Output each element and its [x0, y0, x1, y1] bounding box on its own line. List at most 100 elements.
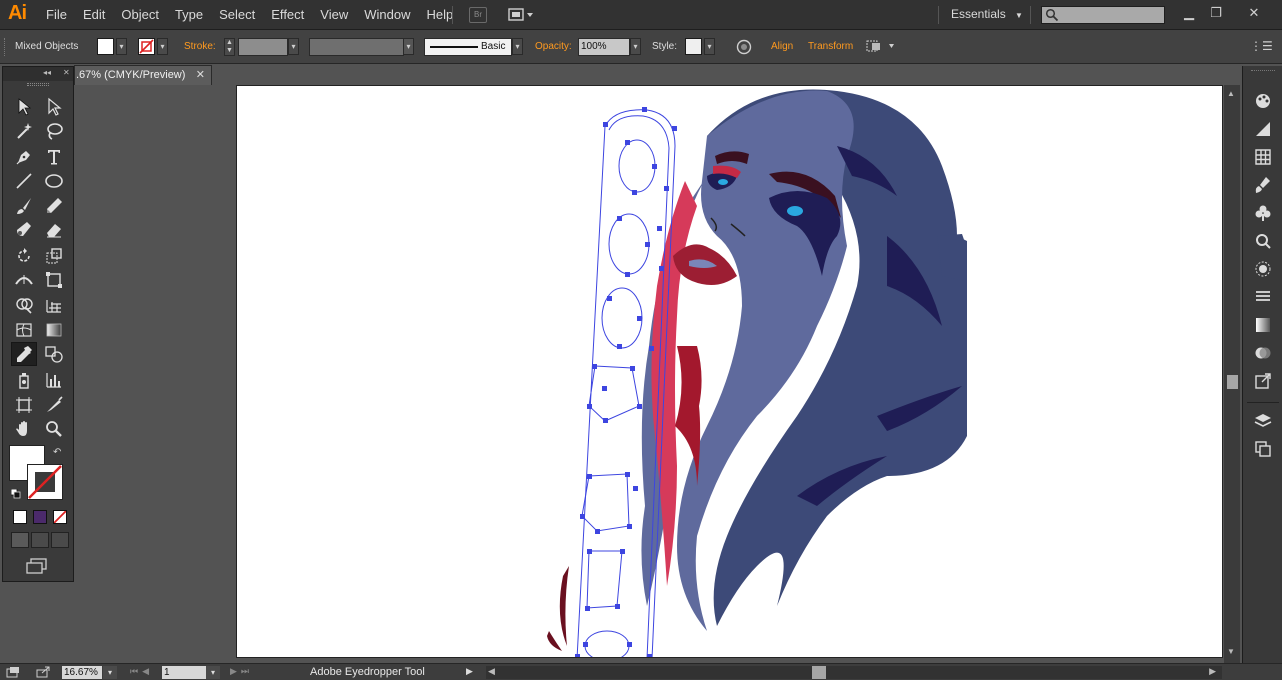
zoom-tool[interactable] — [41, 417, 67, 441]
direct-selection-tool[interactable] — [41, 95, 67, 119]
gradient-panel-button[interactable] — [1252, 314, 1274, 336]
fill-swatch[interactable] — [97, 38, 114, 55]
eraser-tool[interactable] — [41, 218, 67, 242]
brushes-button[interactable] — [1252, 174, 1274, 196]
status-menu-arrow[interactable]: ▶ — [466, 666, 473, 677]
selection-tool[interactable] — [11, 95, 37, 119]
default-colors-icon[interactable] — [10, 488, 21, 499]
minimize-button[interactable]: ▁ — [1177, 4, 1201, 22]
arrange-documents-button[interactable] — [508, 7, 536, 23]
screen-mode-button[interactable] — [25, 557, 49, 578]
width-tool[interactable] — [11, 268, 37, 292]
artboard-number-field[interactable]: 1 — [162, 666, 206, 679]
stroke-swatch[interactable] — [138, 38, 155, 55]
vertical-scrollbar[interactable]: ▲ ▼ — [1224, 85, 1240, 663]
isolate-button[interactable] — [866, 39, 896, 56]
slice-tool[interactable] — [41, 393, 67, 417]
pencil-tool[interactable] — [41, 194, 67, 218]
none-mode-button[interactable] — [53, 510, 67, 524]
swap-fill-stroke-icon[interactable]: ↶ — [53, 447, 61, 458]
ellipse-tool[interactable] — [41, 169, 67, 193]
brush-dropdown[interactable]: ▾ — [512, 38, 523, 55]
scroll-left-icon[interactable]: ◀ — [488, 666, 495, 677]
type-tool[interactable] — [41, 145, 67, 169]
mesh-tool[interactable] — [11, 318, 37, 342]
magic-wand-tool[interactable] — [11, 119, 37, 143]
variable-width-dropdown[interactable]: ▾ — [403, 38, 414, 55]
menu-effect[interactable]: Effect — [263, 0, 312, 30]
dock-gripper[interactable] — [1251, 70, 1275, 73]
menu-view[interactable]: View — [312, 0, 356, 30]
first-previous-artboard-buttons[interactable]: ⏮◀ — [130, 666, 153, 677]
close-document-icon[interactable]: ✕ — [196, 66, 205, 85]
scroll-down-icon[interactable]: ▼ — [1227, 647, 1235, 656]
pen-tool[interactable] — [11, 145, 37, 169]
scale-tool[interactable] — [41, 244, 67, 268]
vertical-scroll-thumb[interactable] — [1227, 375, 1238, 389]
column-graph-tool[interactable] — [41, 368, 67, 392]
color-mode-button[interactable] — [13, 510, 27, 524]
close-window-button[interactable]: ✕ — [1242, 4, 1266, 22]
draw-normal-button[interactable] — [11, 532, 29, 548]
color-panel-button[interactable] — [1252, 90, 1274, 112]
artboards-panel-button[interactable] — [1252, 438, 1274, 460]
bridge-button[interactable]: Br — [469, 7, 487, 23]
appearance-button[interactable] — [1252, 258, 1274, 280]
stroke-weight-stepper[interactable]: ▲ ▼ — [224, 38, 235, 56]
lasso-tool[interactable] — [41, 119, 67, 143]
menu-help[interactable]: Help — [418, 0, 461, 30]
close-panel-icon[interactable]: ✕ — [63, 68, 70, 77]
zoom-level-field[interactable]: 16.67% — [62, 666, 102, 679]
symbol-sprayer-tool[interactable] — [11, 368, 37, 392]
stroke-weight-dropdown[interactable]: ▾ — [288, 38, 299, 55]
transparency-button[interactable] — [1252, 342, 1274, 364]
menu-type[interactable]: Type — [167, 0, 211, 30]
recolor-artwork-button[interactable] — [736, 39, 752, 58]
search-input[interactable] — [1041, 6, 1165, 24]
blob-brush-tool[interactable] — [11, 218, 37, 242]
horizontal-scroll-thumb[interactable] — [812, 666, 826, 679]
fill-dropdown[interactable]: ▾ — [116, 38, 127, 55]
stroke-dropdown[interactable]: ▾ — [157, 38, 168, 55]
share-icon[interactable] — [36, 666, 52, 680]
opacity-label[interactable]: Opacity: — [535, 41, 572, 52]
gradient-mode-button[interactable] — [33, 510, 47, 524]
opacity-dropdown[interactable]: ▾ — [630, 38, 641, 55]
swatches-button[interactable] — [1252, 146, 1274, 168]
horizontal-scrollbar[interactable]: ◀ ▶ — [486, 666, 1222, 679]
zoom-dropdown[interactable]: ▾ — [103, 666, 117, 679]
artboard-tool[interactable] — [11, 393, 37, 417]
line-segment-tool[interactable] — [11, 169, 37, 193]
collapse-panel-icon[interactable]: ◂◂ — [43, 68, 51, 77]
menu-window[interactable]: Window — [356, 0, 418, 30]
symbols-button[interactable] — [1252, 202, 1274, 224]
draw-behind-button[interactable] — [31, 532, 49, 548]
graphic-style-swatch[interactable] — [685, 38, 702, 55]
variable-width-profile[interactable] — [309, 38, 404, 56]
align-link[interactable]: Align — [771, 41, 793, 52]
stroke-weight-field[interactable] — [238, 38, 288, 56]
brush-definition-field[interactable]: Basic — [424, 38, 512, 56]
menu-edit[interactable]: Edit — [75, 0, 113, 30]
transform-link[interactable]: Transform — [808, 41, 853, 52]
paintbrush-tool[interactable] — [11, 194, 37, 218]
artboard-dropdown[interactable]: ▾ — [206, 666, 220, 679]
document-tab[interactable]: .67% (CMYK/Preview) ✕ — [74, 65, 212, 85]
menu-file[interactable]: File — [38, 0, 75, 30]
artboard-navigation-icon[interactable] — [6, 666, 20, 680]
opacity-field[interactable]: 100% — [578, 38, 630, 56]
next-last-artboard-buttons[interactable]: ▶⏭ — [230, 666, 253, 677]
gradient-tool[interactable] — [41, 318, 67, 342]
draw-inside-button[interactable] — [51, 532, 69, 548]
panel-menu-icon[interactable]: ⋮☰ — [1250, 39, 1273, 53]
hand-tool[interactable] — [11, 417, 37, 441]
scroll-right-icon[interactable]: ▶ — [1209, 666, 1216, 677]
perspective-grid-tool[interactable] — [41, 293, 67, 317]
rotate-tool[interactable] — [11, 244, 37, 268]
eyedropper-tool[interactable] — [11, 342, 37, 366]
blend-tool[interactable] — [41, 342, 67, 366]
artboard[interactable] — [236, 85, 1223, 658]
stroke-label[interactable]: Stroke: — [184, 41, 216, 52]
stroke-color-box[interactable] — [27, 464, 63, 500]
scroll-up-icon[interactable]: ▲ — [1227, 89, 1235, 98]
